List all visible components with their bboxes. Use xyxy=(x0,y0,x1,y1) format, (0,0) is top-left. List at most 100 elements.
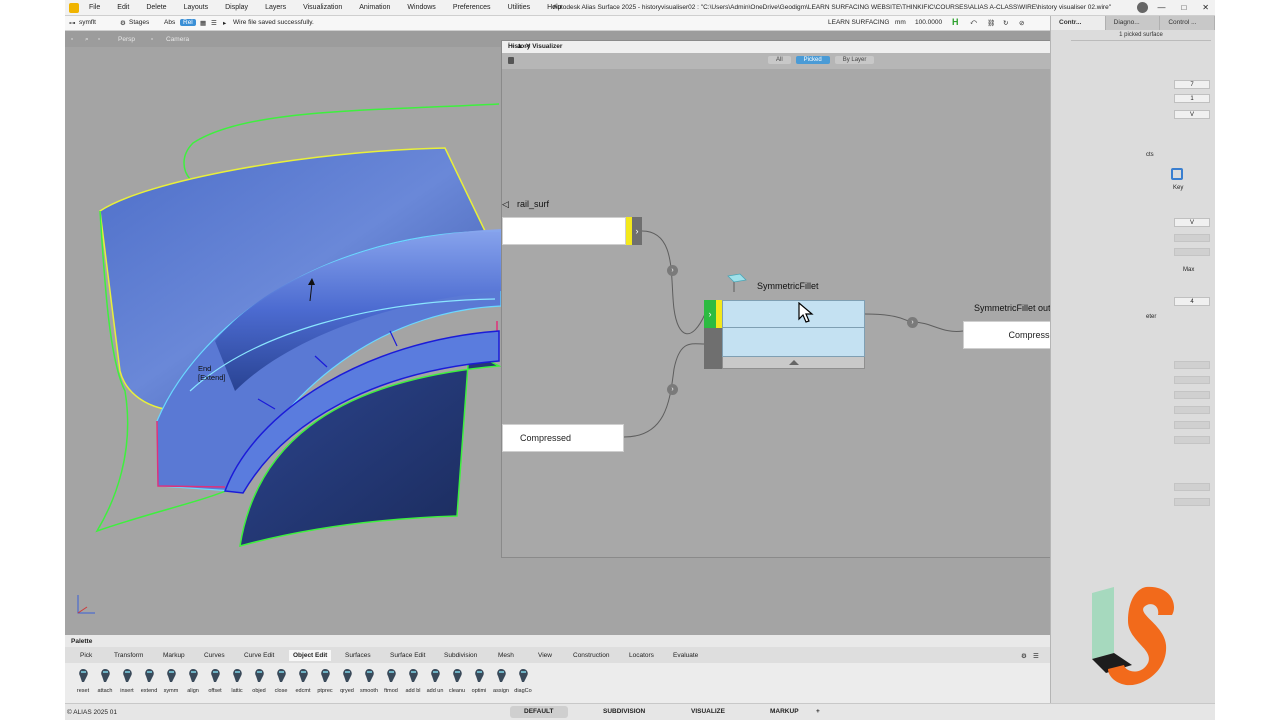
redo-icon[interactable]: ↻ xyxy=(1003,19,1008,27)
menu-delete[interactable]: Delete xyxy=(146,4,166,11)
slider-field[interactable] xyxy=(1174,234,1210,242)
palette-tool-align[interactable]: align xyxy=(183,668,203,702)
undo-icon[interactable]: ⤺ xyxy=(970,19,977,27)
palette-tool-edcmt[interactable]: edcmt xyxy=(293,668,313,702)
palette-tab-subdivision[interactable]: Subdivision xyxy=(444,652,477,659)
palette-tool-reset[interactable]: reset xyxy=(73,668,93,702)
palette-tool-close[interactable]: close xyxy=(271,668,291,702)
sf-node-row-2[interactable] xyxy=(722,328,865,357)
slider-field[interactable] xyxy=(1174,421,1210,429)
palette-tab-mesh[interactable]: Mesh xyxy=(498,652,514,659)
units-label[interactable]: mm xyxy=(895,19,906,26)
tab-control[interactable]: Contr... xyxy=(1051,16,1106,30)
slider-field[interactable] xyxy=(1174,406,1210,414)
symmetric-fillet-node[interactable]: › xyxy=(704,300,865,369)
palette-menu-icon[interactable]: ☰ xyxy=(1033,652,1039,660)
grid-icon[interactable]: ▦ xyxy=(200,19,206,27)
user-avatar-icon[interactable] xyxy=(1137,2,1148,13)
menu-layers[interactable]: Layers xyxy=(265,4,286,11)
sf-input-port-2[interactable] xyxy=(704,328,722,369)
menu-utilities[interactable]: Utilities xyxy=(508,4,531,11)
workspace-subdivision[interactable]: SUBDIVISION xyxy=(589,706,659,718)
slider-field[interactable] xyxy=(1174,483,1210,491)
palette-tab-surface-edit[interactable]: Surface Edit xyxy=(390,652,425,659)
palette-tool-lattic[interactable]: lattic xyxy=(227,668,247,702)
history-icon[interactable]: H xyxy=(952,17,959,27)
tab-all[interactable]: All xyxy=(768,56,791,64)
sf-node-row-1[interactable] xyxy=(722,300,865,328)
palette-tool-offset[interactable]: offset xyxy=(205,668,225,702)
menu-visualization[interactable]: Visualization xyxy=(303,4,342,11)
rail-surf-node[interactable] xyxy=(502,217,626,245)
value-field[interactable]: 1 xyxy=(1174,94,1210,103)
value-field[interactable]: 4 xyxy=(1174,297,1210,306)
minimize-button[interactable]: — xyxy=(1157,3,1165,12)
hv-window-controls[interactable]: ⁞ ▫ ▲ ✕ xyxy=(508,42,1144,50)
palette-tool-objed[interactable]: objed xyxy=(249,668,269,702)
sf-collapse-bar[interactable] xyxy=(722,357,865,369)
workspace-default[interactable]: DEFAULT xyxy=(510,706,568,718)
menu-edit[interactable]: Edit xyxy=(117,4,129,11)
abs-button[interactable]: Abs xyxy=(164,19,175,26)
slider-field[interactable] xyxy=(1174,376,1210,384)
tab-diagnostics[interactable]: Diagno... xyxy=(1105,16,1161,30)
workspace-markup[interactable]: MARKUP xyxy=(756,706,813,718)
slider-field[interactable] xyxy=(1174,361,1210,369)
palette-tab-curves[interactable]: Curves xyxy=(204,652,225,659)
slider-field[interactable] xyxy=(1174,391,1210,399)
palette-tool-extend[interactable]: extend xyxy=(139,668,159,702)
palette-tab-view[interactable]: View xyxy=(538,652,552,659)
palette-tool-cleanu[interactable]: cleanu xyxy=(447,668,467,702)
slider-field[interactable] xyxy=(1174,436,1210,444)
input-compressed-node[interactable]: Compressed xyxy=(502,424,624,452)
palette-tool-ftmod[interactable]: ftmod xyxy=(381,668,401,702)
palette-tab-markup[interactable]: Markup xyxy=(163,652,185,659)
palette-tool-assign[interactable]: assign xyxy=(491,668,511,702)
sf-input-port-arrow-icon[interactable]: › xyxy=(704,300,716,328)
menu-windows[interactable]: Windows xyxy=(407,4,435,11)
connector-arrow-icon[interactable]: › xyxy=(667,384,678,395)
meter-label[interactable]: eter xyxy=(1146,314,1156,320)
palette-tab-pick[interactable]: Pick xyxy=(80,652,92,659)
add-workspace-button[interactable]: + xyxy=(810,706,826,718)
connector-arrow-icon[interactable]: › xyxy=(667,265,678,276)
palette-tool-qryed[interactable]: qryed xyxy=(337,668,357,702)
close-window-button[interactable]: ✕ xyxy=(1202,3,1209,12)
value-field[interactable]: V xyxy=(1174,218,1210,227)
rel-button[interactable]: Rel xyxy=(180,19,196,26)
menu-preferences[interactable]: Preferences xyxy=(453,4,491,11)
stages-button[interactable]: Stages xyxy=(129,19,149,26)
palette-settings-icon[interactable]: ⚙ xyxy=(1021,652,1027,660)
connector-arrow-icon[interactable]: › xyxy=(907,317,918,328)
palette-tab-construction[interactable]: Construction xyxy=(573,652,610,659)
palette-tool-ptprec[interactable]: ptprec xyxy=(315,668,335,702)
palette-tab-surfaces[interactable]: Surfaces xyxy=(345,652,371,659)
palette-tool-symm[interactable]: symm xyxy=(161,668,181,702)
value-field[interactable]: V xyxy=(1174,110,1210,119)
palette-tab-curve-edit[interactable]: Curve Edit xyxy=(244,652,274,659)
project-name[interactable]: LEARN SURFACING xyxy=(828,19,889,26)
link-icon[interactable]: ⛓ xyxy=(987,19,995,27)
workspace-visualize[interactable]: VISUALIZE xyxy=(677,706,739,718)
rail-expand-arrow-icon[interactable]: › xyxy=(632,217,642,245)
palette-tab-locators[interactable]: Locators xyxy=(629,652,654,659)
palette-tool-add-bl[interactable]: add bl xyxy=(403,668,423,702)
palette-tab-transform[interactable]: Transform xyxy=(114,652,143,659)
tab-by-layer[interactable]: By Layer xyxy=(834,56,875,64)
palette-tool-diagCo[interactable]: diagCo xyxy=(513,668,533,702)
palette-tool-smooth[interactable]: smooth xyxy=(359,668,379,702)
palette-tool-add-un[interactable]: add un xyxy=(425,668,445,702)
list-icon[interactable]: ☰ xyxy=(211,19,217,27)
tab-control-2[interactable]: Control ... xyxy=(1160,16,1215,30)
current-tool-name[interactable]: symflt xyxy=(79,19,96,26)
menu-animation[interactable]: Animation xyxy=(359,4,390,11)
palette-tab-object-edit[interactable]: Object Edit xyxy=(289,650,332,661)
trash-icon[interactable] xyxy=(508,57,514,64)
palette-tool-insert[interactable]: insert xyxy=(117,668,137,702)
key-icon[interactable] xyxy=(1171,168,1183,180)
slider-field[interactable] xyxy=(1174,248,1210,256)
tab-picked[interactable]: Picked xyxy=(795,56,830,64)
play-icon[interactable]: ▸ xyxy=(223,19,226,27)
palette-tab-evaluate[interactable]: Evaluate xyxy=(673,652,698,659)
palette-tool-attach[interactable]: attach xyxy=(95,668,115,702)
